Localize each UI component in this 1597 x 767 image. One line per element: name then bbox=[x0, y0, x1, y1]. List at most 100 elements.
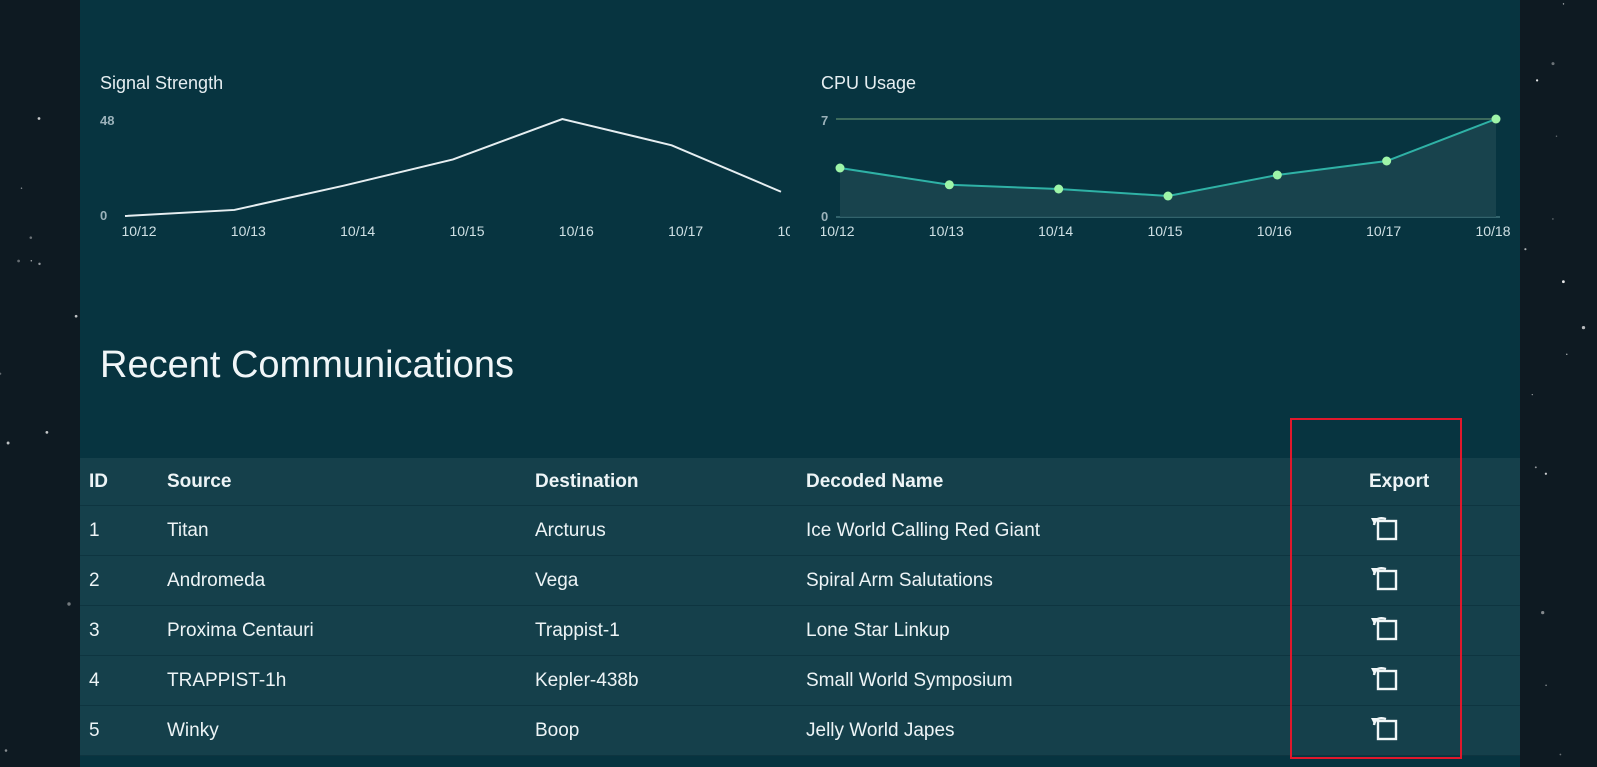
x-tick-label: 10/15 bbox=[1147, 223, 1182, 239]
export-button[interactable] bbox=[1369, 613, 1403, 643]
x-tick-label: 10/12 bbox=[821, 223, 855, 239]
star bbox=[20, 187, 23, 189]
cpu-usage-title: CPU Usage bbox=[821, 73, 917, 93]
table-row: 3 Proxima Centauri Trappist-1 Lone Star Lin… bbox=[80, 605, 1520, 656]
x-tick-label: 10/12 bbox=[121, 223, 156, 239]
cell-id: 5 bbox=[80, 705, 158, 756]
star bbox=[37, 117, 41, 120]
cell-export bbox=[1351, 605, 1520, 656]
x-tick-label: 10/18 bbox=[1475, 223, 1510, 239]
export-icon bbox=[1371, 516, 1398, 540]
column-header-decoded-name: Decoded Name bbox=[797, 458, 1351, 506]
cell-id: 2 bbox=[80, 555, 158, 606]
x-tick-label: 10/16 bbox=[559, 223, 594, 239]
x-tick-label: 10/15 bbox=[449, 223, 484, 239]
export-button[interactable] bbox=[1369, 713, 1403, 743]
cell-export bbox=[1351, 505, 1520, 556]
cell-destination: Trappist-1 bbox=[526, 605, 797, 656]
cell-source: Titan bbox=[158, 505, 526, 556]
data-point bbox=[835, 163, 845, 173]
x-tick-label: 10/13 bbox=[231, 223, 266, 239]
cell-decoded-name: Lone Star Linkup bbox=[797, 605, 1351, 656]
star bbox=[1562, 280, 1565, 284]
cell-decoded-name: Spiral Arm Salutations bbox=[797, 555, 1351, 606]
table-row: 1 Titan Arcturus Ice World Calling Red Gian… bbox=[80, 505, 1520, 556]
star bbox=[67, 602, 71, 606]
star bbox=[1531, 393, 1533, 396]
cell-source: Winky bbox=[158, 705, 526, 756]
table-row: 4 TRAPPIST-1h Kepler-438b Small World Sympo… bbox=[80, 655, 1520, 706]
recent-communications-heading: Recent Communications bbox=[100, 344, 514, 386]
export-button[interactable] bbox=[1369, 563, 1403, 593]
cell-decoded-name: Ice World Calling Red Giant bbox=[797, 505, 1351, 556]
x-tick-label: 10/14 bbox=[1038, 223, 1073, 239]
star bbox=[1566, 353, 1568, 355]
star bbox=[1535, 79, 1539, 82]
x-tick-label: 10/18 bbox=[777, 223, 790, 239]
export-icon bbox=[1371, 566, 1398, 590]
star bbox=[4, 749, 8, 752]
star bbox=[1551, 62, 1555, 66]
x-tick-label: 10/14 bbox=[340, 223, 375, 239]
cell-id: 3 bbox=[80, 605, 158, 656]
cell-destination: Arcturus bbox=[526, 505, 797, 556]
export-icon bbox=[1371, 666, 1398, 690]
export-icon bbox=[1371, 716, 1398, 740]
star bbox=[45, 431, 49, 434]
star bbox=[30, 259, 33, 262]
star bbox=[1559, 753, 1562, 756]
table-header-row: ID Source Destination Decoded Name Expor… bbox=[80, 458, 1520, 506]
x-tick-label: 10/13 bbox=[929, 223, 964, 239]
table-row: 5 Winky Boop Jelly World Japes bbox=[80, 705, 1520, 756]
y-tick-label: 7 bbox=[821, 113, 828, 128]
export-button[interactable] bbox=[1369, 513, 1403, 543]
star bbox=[0, 372, 2, 375]
cpu-usage-chart: 7 010/12 10/13 10/14 10/15 10/16 10/17 10/18 bbox=[821, 113, 1511, 239]
data-point bbox=[1163, 191, 1173, 201]
data-point bbox=[1382, 156, 1392, 166]
star bbox=[17, 259, 20, 263]
y-tick-label: 0 bbox=[100, 208, 107, 223]
cell-source: Andromeda bbox=[158, 555, 526, 606]
column-header-id: ID bbox=[80, 458, 158, 506]
star bbox=[1552, 218, 1554, 220]
column-header-source: Source bbox=[158, 458, 526, 506]
x-tick-label: 10/17 bbox=[1366, 223, 1401, 239]
series-line bbox=[124, 117, 782, 217]
cell-destination: Boop bbox=[526, 705, 797, 756]
star bbox=[29, 236, 33, 239]
y-tick-label: 48 bbox=[100, 113, 114, 128]
star bbox=[6, 441, 10, 445]
x-tick-label: 10/16 bbox=[1257, 223, 1292, 239]
star bbox=[1555, 135, 1558, 138]
y-tick-label: 0 bbox=[821, 209, 828, 224]
data-point bbox=[1272, 170, 1282, 180]
signal-strength-title: Signal Strength bbox=[100, 73, 224, 93]
signal-strength-chart: 48 0 10/12 10/13 10/14 10/15 10/16 10/17 10/18 bbox=[100, 113, 790, 239]
cell-source: Proxima Centauri bbox=[158, 605, 526, 656]
table-row: 2 Andromeda Vega Spiral Arm Salutations bbox=[80, 555, 1520, 606]
star bbox=[1544, 472, 1548, 475]
data-point bbox=[1491, 114, 1501, 124]
data-point bbox=[944, 180, 954, 190]
cell-export bbox=[1351, 555, 1520, 606]
star bbox=[1562, 3, 1565, 5]
export-button[interactable] bbox=[1369, 663, 1403, 693]
cell-export bbox=[1351, 705, 1520, 756]
star bbox=[38, 262, 41, 266]
column-header-export: Export bbox=[1351, 458, 1520, 506]
cell-destination: Vega bbox=[526, 555, 797, 606]
star bbox=[74, 314, 78, 318]
data-point bbox=[1054, 184, 1064, 194]
star bbox=[1581, 325, 1586, 330]
star bbox=[1541, 610, 1545, 615]
star bbox=[1545, 684, 1547, 687]
cell-export bbox=[1351, 655, 1520, 706]
cell-id: 4 bbox=[80, 655, 158, 706]
cell-source: TRAPPIST-1h bbox=[158, 655, 526, 706]
export-icon bbox=[1371, 616, 1398, 640]
star bbox=[1524, 248, 1527, 251]
column-header-destination: Destination bbox=[526, 458, 797, 506]
area-fill bbox=[840, 119, 1496, 217]
x-tick-label: 10/17 bbox=[668, 223, 703, 239]
